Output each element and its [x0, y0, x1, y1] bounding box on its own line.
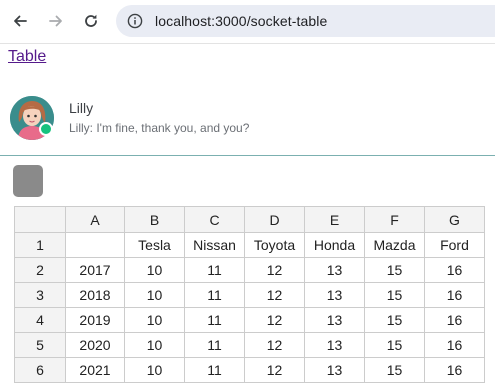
row-header[interactable]: 3: [14, 282, 66, 308]
table-cell[interactable]: 11: [184, 257, 245, 283]
column-header-row: ABCDEFG: [14, 206, 485, 233]
table-row: 2 2017 10 11 12 13 15 16: [14, 257, 485, 283]
row-header[interactable]: 6: [14, 357, 66, 383]
table-cell[interactable]: 10: [124, 257, 185, 283]
table-link[interactable]: Table: [8, 47, 46, 67]
table-cell[interactable]: 2019: [65, 307, 125, 333]
table-cell[interactable]: Nissan: [184, 232, 245, 258]
column-header[interactable]: B: [124, 206, 185, 233]
table-cell[interactable]: 2021: [65, 357, 125, 383]
corner-cell: [14, 206, 66, 233]
last-message: Lilly: I'm fine, thank you, and you?: [69, 121, 250, 135]
table-cell[interactable]: 11: [184, 282, 245, 308]
row-header[interactable]: 5: [14, 332, 66, 358]
table-cell[interactable]: 2018: [65, 282, 125, 308]
table-cell[interactable]: Honda: [304, 232, 365, 258]
url-text[interactable]: localhost:3000/socket-table: [155, 13, 327, 29]
spreadsheet-table: A B C D E F G 1 Tesla Nissan Toyota Honda Mazda Ford 2…: [14, 206, 485, 383]
table-cell[interactable]: 15: [364, 282, 425, 308]
table-cell[interactable]: 12: [244, 257, 305, 283]
chat-list-item[interactable]: Lilly Lilly: I'm fine, thank you, and yo…: [0, 88, 495, 156]
back-button[interactable]: [6, 7, 34, 35]
table-cell[interactable]: 12: [244, 307, 305, 333]
table-row: 5 2020 10 11 12 13 15 16: [14, 332, 485, 358]
column-header[interactable]: C: [184, 206, 245, 233]
reload-button[interactable]: [77, 7, 105, 35]
address-bar[interactable]: localhost:3000/socket-table: [116, 5, 495, 37]
table-cell[interactable]: 16: [424, 307, 485, 333]
table-cell[interactable]: Tesla: [124, 232, 185, 258]
table-cell[interactable]: [65, 232, 125, 258]
online-status-icon: [39, 122, 53, 136]
table-cell[interactable]: 2017: [65, 257, 125, 283]
table-cell[interactable]: 10: [124, 357, 185, 383]
table-cell[interactable]: Ford: [424, 232, 485, 258]
column-header[interactable]: G: [424, 206, 485, 233]
column-header[interactable]: A: [65, 206, 125, 233]
action-button[interactable]: [13, 165, 43, 197]
table-cell[interactable]: 15: [364, 332, 425, 358]
table-row: 6 2021 10 11 12 13 15 16: [14, 357, 485, 383]
row-header[interactable]: 2: [14, 257, 66, 283]
table-cell[interactable]: 13: [304, 332, 365, 358]
row-header[interactable]: 4: [14, 307, 66, 333]
table-cell[interactable]: 12: [244, 282, 305, 308]
table-cell[interactable]: 12: [244, 332, 305, 358]
row-header[interactable]: 1: [14, 232, 66, 258]
table-cell[interactable]: 16: [424, 357, 485, 383]
table-cell[interactable]: 2020: [65, 332, 125, 358]
table-cell[interactable]: 10: [124, 332, 185, 358]
table-cell[interactable]: 10: [124, 307, 185, 333]
table-cell[interactable]: 10: [124, 282, 185, 308]
table-cell[interactable]: 13: [304, 307, 365, 333]
reload-icon: [85, 14, 97, 27]
table-cell[interactable]: 13: [304, 257, 365, 283]
table-row: 3 2018 10 11 12 13 15 16: [14, 282, 485, 308]
table-cell[interactable]: Mazda: [364, 232, 425, 258]
table-cell[interactable]: 15: [364, 307, 425, 333]
forward-button[interactable]: [42, 7, 70, 35]
browser-toolbar: localhost:3000/socket-table: [0, 0, 495, 44]
table-cell[interactable]: 12: [244, 357, 305, 383]
table-cell[interactable]: 16: [424, 332, 485, 358]
table-cell[interactable]: 13: [304, 282, 365, 308]
column-header[interactable]: F: [364, 206, 425, 233]
table-cell[interactable]: Toyota: [244, 232, 305, 258]
table-cell[interactable]: 11: [184, 332, 245, 358]
back-arrow-icon: [14, 15, 27, 27]
table-cell[interactable]: 16: [424, 282, 485, 308]
column-header[interactable]: E: [304, 206, 365, 233]
table-cell[interactable]: 15: [364, 357, 425, 383]
table-cell[interactable]: 11: [184, 357, 245, 383]
table-cell[interactable]: 11: [184, 307, 245, 333]
column-header[interactable]: D: [244, 206, 305, 233]
table-cell[interactable]: 13: [304, 357, 365, 383]
info-icon[interactable]: [127, 13, 143, 29]
forward-arrow-icon: [49, 15, 62, 27]
table-row: 4 2019 10 11 12 13 15 16: [14, 307, 485, 333]
table-cell[interactable]: 15: [364, 257, 425, 283]
contact-name: Lilly: [69, 100, 94, 116]
table-row: 1 Tesla Nissan Toyota Honda Mazda Ford: [14, 232, 485, 258]
table-cell[interactable]: 16: [424, 257, 485, 283]
